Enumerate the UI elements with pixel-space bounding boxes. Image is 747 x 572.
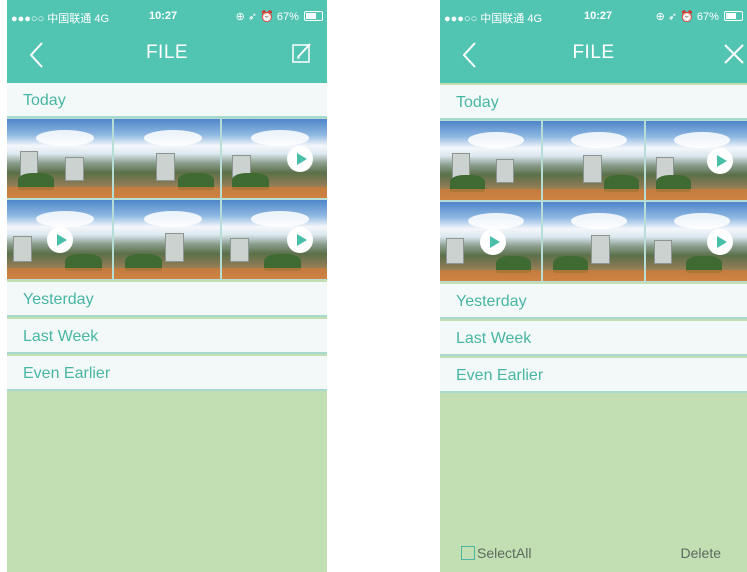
photo-thumbnail[interactable] (543, 121, 644, 200)
page-title: FILE (572, 42, 615, 63)
edit-icon[interactable] (291, 41, 313, 65)
clock: 10:27 (584, 10, 613, 22)
photo-thumbnail[interactable] (114, 119, 220, 198)
thumbnail-grid (440, 120, 747, 282)
nav-bar: FILE (7, 28, 327, 83)
photo-thumbnail[interactable] (543, 202, 644, 281)
status-icons: ⊕ ➶ ⏰ 67% (235, 11, 299, 23)
photo-thumbnail[interactable] (7, 119, 113, 198)
delete-button[interactable]: Delete (681, 545, 721, 561)
status-bar: ●●●○○ 中国联通 4G 10:27 ⊕ ➶ ⏰ 67% (440, 0, 747, 28)
video-thumbnail[interactable] (221, 119, 327, 198)
section-last-week[interactable]: Last Week (7, 319, 327, 354)
status-right: ⊕ ➶ ⏰ 67% (656, 10, 743, 23)
video-thumbnail[interactable] (7, 200, 113, 279)
battery-icon (724, 11, 743, 21)
section-today[interactable]: Today (7, 83, 327, 118)
section-today[interactable]: Today (440, 85, 747, 120)
edit-toolbar: SelectAll Delete (440, 537, 747, 572)
page-title: FILE (145, 42, 189, 63)
battery-icon (304, 11, 323, 21)
play-icon[interactable] (480, 228, 506, 255)
photo-thumbnail[interactable] (114, 200, 220, 279)
nav-bar: FILE (440, 28, 747, 83)
select-all-button[interactable]: SelectAll (461, 545, 531, 561)
video-thumbnail[interactable] (646, 121, 747, 200)
play-icon[interactable] (287, 145, 313, 172)
section-even-earlier[interactable]: Even Earlier (440, 358, 747, 393)
video-thumbnail[interactable] (221, 200, 327, 279)
select-all-label: SelectAll (477, 545, 532, 561)
play-icon[interactable] (707, 228, 733, 255)
file-screen-normal: ●●●○○ 中国联通 4G 10:27 ⊕ ➶ ⏰ 67% FILE Today (7, 0, 327, 572)
section-last-week[interactable]: Last Week (440, 321, 747, 356)
play-icon[interactable] (707, 147, 733, 174)
video-thumbnail[interactable] (646, 202, 747, 281)
carrier-signal: ●●●○○ 中国联通 4G (11, 13, 110, 25)
checkbox-icon[interactable] (461, 546, 475, 560)
photo-thumbnail[interactable] (440, 121, 541, 200)
clock: 10:27 (149, 10, 178, 22)
status-icons: ⊕ ➶ ⏰ 67% (655, 11, 719, 23)
play-icon[interactable] (287, 226, 313, 253)
file-screen-edit-mode: ●●●○○ 中国联通 4G 10:27 ⊕ ➶ ⏰ 67% FILE Today (440, 0, 747, 572)
status-right: ⊕ ➶ ⏰ 67% (236, 10, 323, 23)
thumbnail-grid (7, 118, 327, 280)
section-even-earlier[interactable]: Even Earlier (7, 356, 327, 391)
play-icon[interactable] (47, 226, 73, 253)
video-thumbnail[interactable] (440, 202, 541, 281)
section-yesterday[interactable]: Yesterday (7, 282, 327, 317)
carrier-signal: ●●●○○ 中国联通 4G (444, 13, 543, 25)
close-icon[interactable] (723, 42, 745, 66)
section-yesterday[interactable]: Yesterday (440, 284, 747, 319)
status-bar: ●●●○○ 中国联通 4G 10:27 ⊕ ➶ ⏰ 67% (7, 0, 327, 28)
